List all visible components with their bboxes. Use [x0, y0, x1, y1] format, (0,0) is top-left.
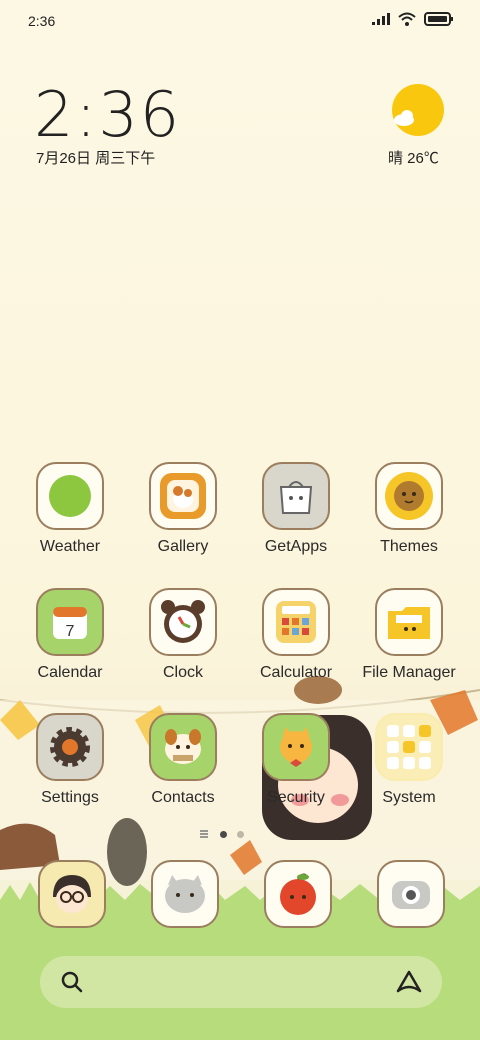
getapps-bag-icon	[262, 462, 330, 530]
security-cat-icon	[262, 713, 330, 781]
dock-phone-girl-icon[interactable]	[38, 860, 106, 928]
app-clock[interactable]: Clock	[127, 588, 239, 692]
app-label: Weather	[39, 538, 101, 555]
calendar-app-icon: 7	[36, 588, 104, 656]
search-bar[interactable]	[40, 956, 442, 1008]
app-themes[interactable]: Themes	[353, 462, 465, 566]
status-time: 2:36	[28, 13, 56, 29]
app-calculator[interactable]: Calculator	[240, 588, 352, 692]
app-label: GetApps	[264, 538, 328, 555]
clock-widget-time[interactable]: 2:36	[34, 78, 181, 151]
dock-browser-apple-icon[interactable]	[264, 860, 332, 928]
app-weather[interactable]: Weather	[14, 462, 126, 566]
app-contacts[interactable]: Contacts	[127, 713, 239, 817]
app-label: Settings	[41, 789, 99, 806]
app-label: File Manager	[362, 664, 456, 681]
app-label: Contacts	[151, 789, 215, 806]
app-label: System	[382, 789, 436, 806]
dock-camera-icon[interactable]	[377, 860, 445, 928]
app-label: Themes	[380, 538, 438, 555]
app-calendar[interactable]: 7 Calendar	[14, 588, 126, 692]
wifi-icon	[398, 12, 416, 26]
app-label: Gallery	[157, 538, 209, 555]
status-bar: 2:36	[0, 0, 480, 40]
app-getapps[interactable]: GetApps	[240, 462, 352, 566]
app-system-folder[interactable]: System	[353, 713, 465, 817]
sun-cloud-icon[interactable]	[392, 84, 444, 136]
app-label: Calculator	[259, 664, 333, 681]
app-file-manager[interactable]: File Manager	[353, 588, 465, 692]
alarm-clock-icon	[149, 588, 217, 656]
app-settings[interactable]: Settings	[14, 713, 126, 817]
signal-icon	[372, 13, 390, 25]
page-dot[interactable]	[237, 830, 244, 838]
battery-icon	[424, 12, 453, 26]
search-icon[interactable]	[60, 970, 84, 994]
page-indicator[interactable]	[200, 830, 244, 838]
calculator-icon	[262, 588, 330, 656]
page-dot-active[interactable]	[220, 830, 227, 838]
clock-widget-date[interactable]: 7月26日 周三下午	[36, 147, 155, 168]
sunflower-icon	[375, 462, 443, 530]
folder-icon	[375, 588, 443, 656]
dock-messages-cat-icon[interactable]	[151, 860, 219, 928]
calendar-day-number: 7	[65, 623, 75, 640]
folder-grid-icon	[375, 713, 443, 781]
assistant-icon[interactable]	[394, 969, 424, 995]
contacts-dog-icon	[149, 713, 217, 781]
app-label: Calendar	[37, 664, 103, 681]
app-label: Security	[267, 789, 325, 806]
app-gallery[interactable]: Gallery	[127, 462, 239, 566]
gallery-app-icon	[149, 462, 217, 530]
weather-app-icon	[36, 462, 104, 530]
app-label: Clock	[162, 664, 203, 681]
weather-widget-text[interactable]: 晴 26℃	[388, 147, 439, 168]
gear-icon	[36, 713, 104, 781]
feed-lines-icon[interactable]	[200, 830, 210, 838]
app-security[interactable]: Security	[240, 713, 352, 817]
